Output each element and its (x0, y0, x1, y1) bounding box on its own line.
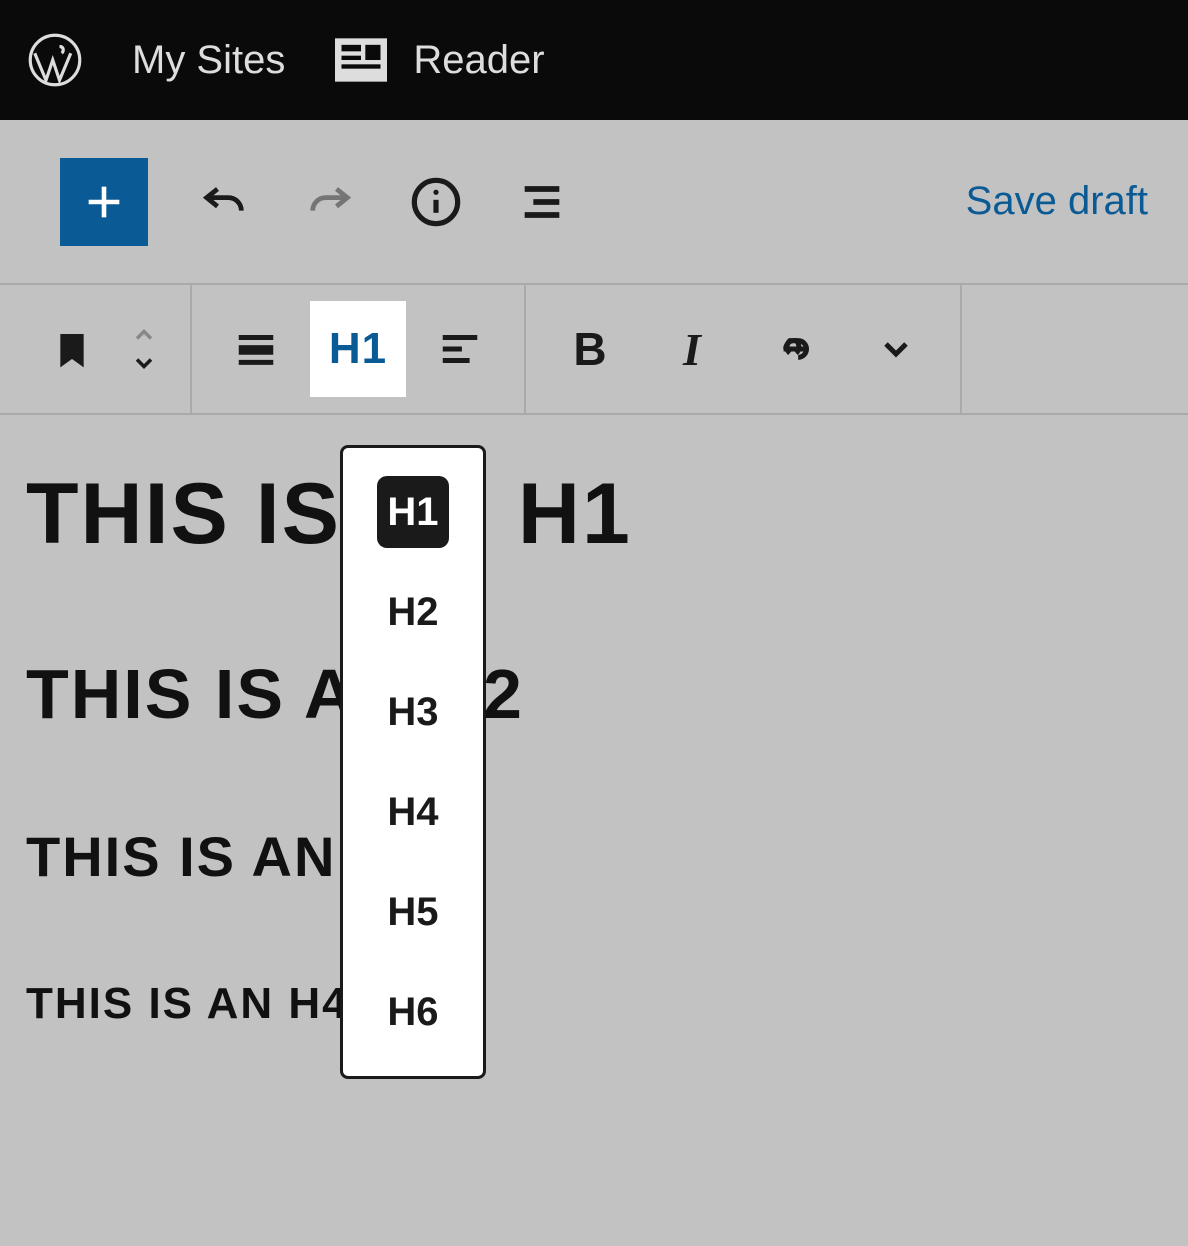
link-icon (769, 324, 819, 374)
block-toolbar: H1 B I (0, 285, 1188, 415)
bold-label: B (573, 322, 606, 376)
heading-option-h3[interactable]: H3 (377, 676, 449, 748)
info-button[interactable] (406, 172, 466, 232)
outline-button[interactable] (512, 172, 572, 232)
text-align-button[interactable] (412, 301, 508, 397)
info-icon (410, 176, 462, 228)
link-button[interactable] (746, 301, 842, 397)
heading-level-label: H1 (329, 324, 387, 374)
redo-icon (304, 176, 356, 228)
heading-option-h2[interactable]: H2 (377, 576, 449, 648)
italic-label: I (683, 323, 701, 376)
reader-icon (335, 38, 387, 82)
block-type-button[interactable] (36, 301, 108, 397)
heading-h2[interactable]: THIS IS AN H2 (26, 654, 1162, 734)
add-block-button[interactable] (60, 158, 148, 246)
more-options-button[interactable] (848, 301, 944, 397)
wordpress-logo-icon (28, 33, 82, 87)
align-icon (233, 326, 279, 372)
italic-button[interactable]: I (644, 301, 740, 397)
undo-icon (198, 176, 250, 228)
chevron-down-icon (876, 329, 916, 369)
align-left-icon (437, 326, 483, 372)
wordpress-logo-button[interactable] (28, 33, 82, 87)
heading-option-h5[interactable]: H5 (377, 876, 449, 948)
save-draft-label: Save draft (966, 179, 1148, 223)
my-sites-link[interactable]: My Sites (132, 38, 285, 83)
block-movers[interactable] (114, 321, 174, 377)
plus-icon (81, 179, 127, 225)
editor-toolbar: Save draft (0, 120, 1188, 285)
reader-link[interactable]: Reader (335, 38, 544, 83)
heading-h3[interactable]: THIS IS AN H3 (26, 824, 1162, 889)
heading-h1[interactable]: THIS IS AN H1 (26, 465, 1162, 564)
bookmark-icon (52, 325, 92, 373)
heading-level-button[interactable]: H1 (310, 301, 406, 397)
heading-option-h1[interactable]: H1 (377, 476, 449, 548)
admin-bar: My Sites Reader (0, 0, 1188, 120)
editor-content[interactable]: THIS IS AN H1 THIS IS AN H2 THIS IS AN H… (0, 415, 1188, 1169)
save-draft-button[interactable]: Save draft (966, 179, 1148, 224)
my-sites-label: My Sites (132, 38, 285, 83)
chevron-up-icon (126, 321, 162, 349)
chevron-down-icon (126, 349, 162, 377)
redo-button[interactable] (300, 172, 360, 232)
heading-level-dropdown: H1 H2 H3 H4 H5 H6 (340, 445, 486, 1079)
heading-option-h4[interactable]: H4 (377, 776, 449, 848)
align-button[interactable] (208, 301, 304, 397)
bold-button[interactable]: B (542, 301, 638, 397)
outline-icon (516, 176, 568, 228)
heading-option-h6[interactable]: H6 (377, 976, 449, 1048)
undo-button[interactable] (194, 172, 254, 232)
heading-h4[interactable]: THIS IS AN H4 (26, 979, 1162, 1029)
reader-label: Reader (413, 38, 544, 83)
